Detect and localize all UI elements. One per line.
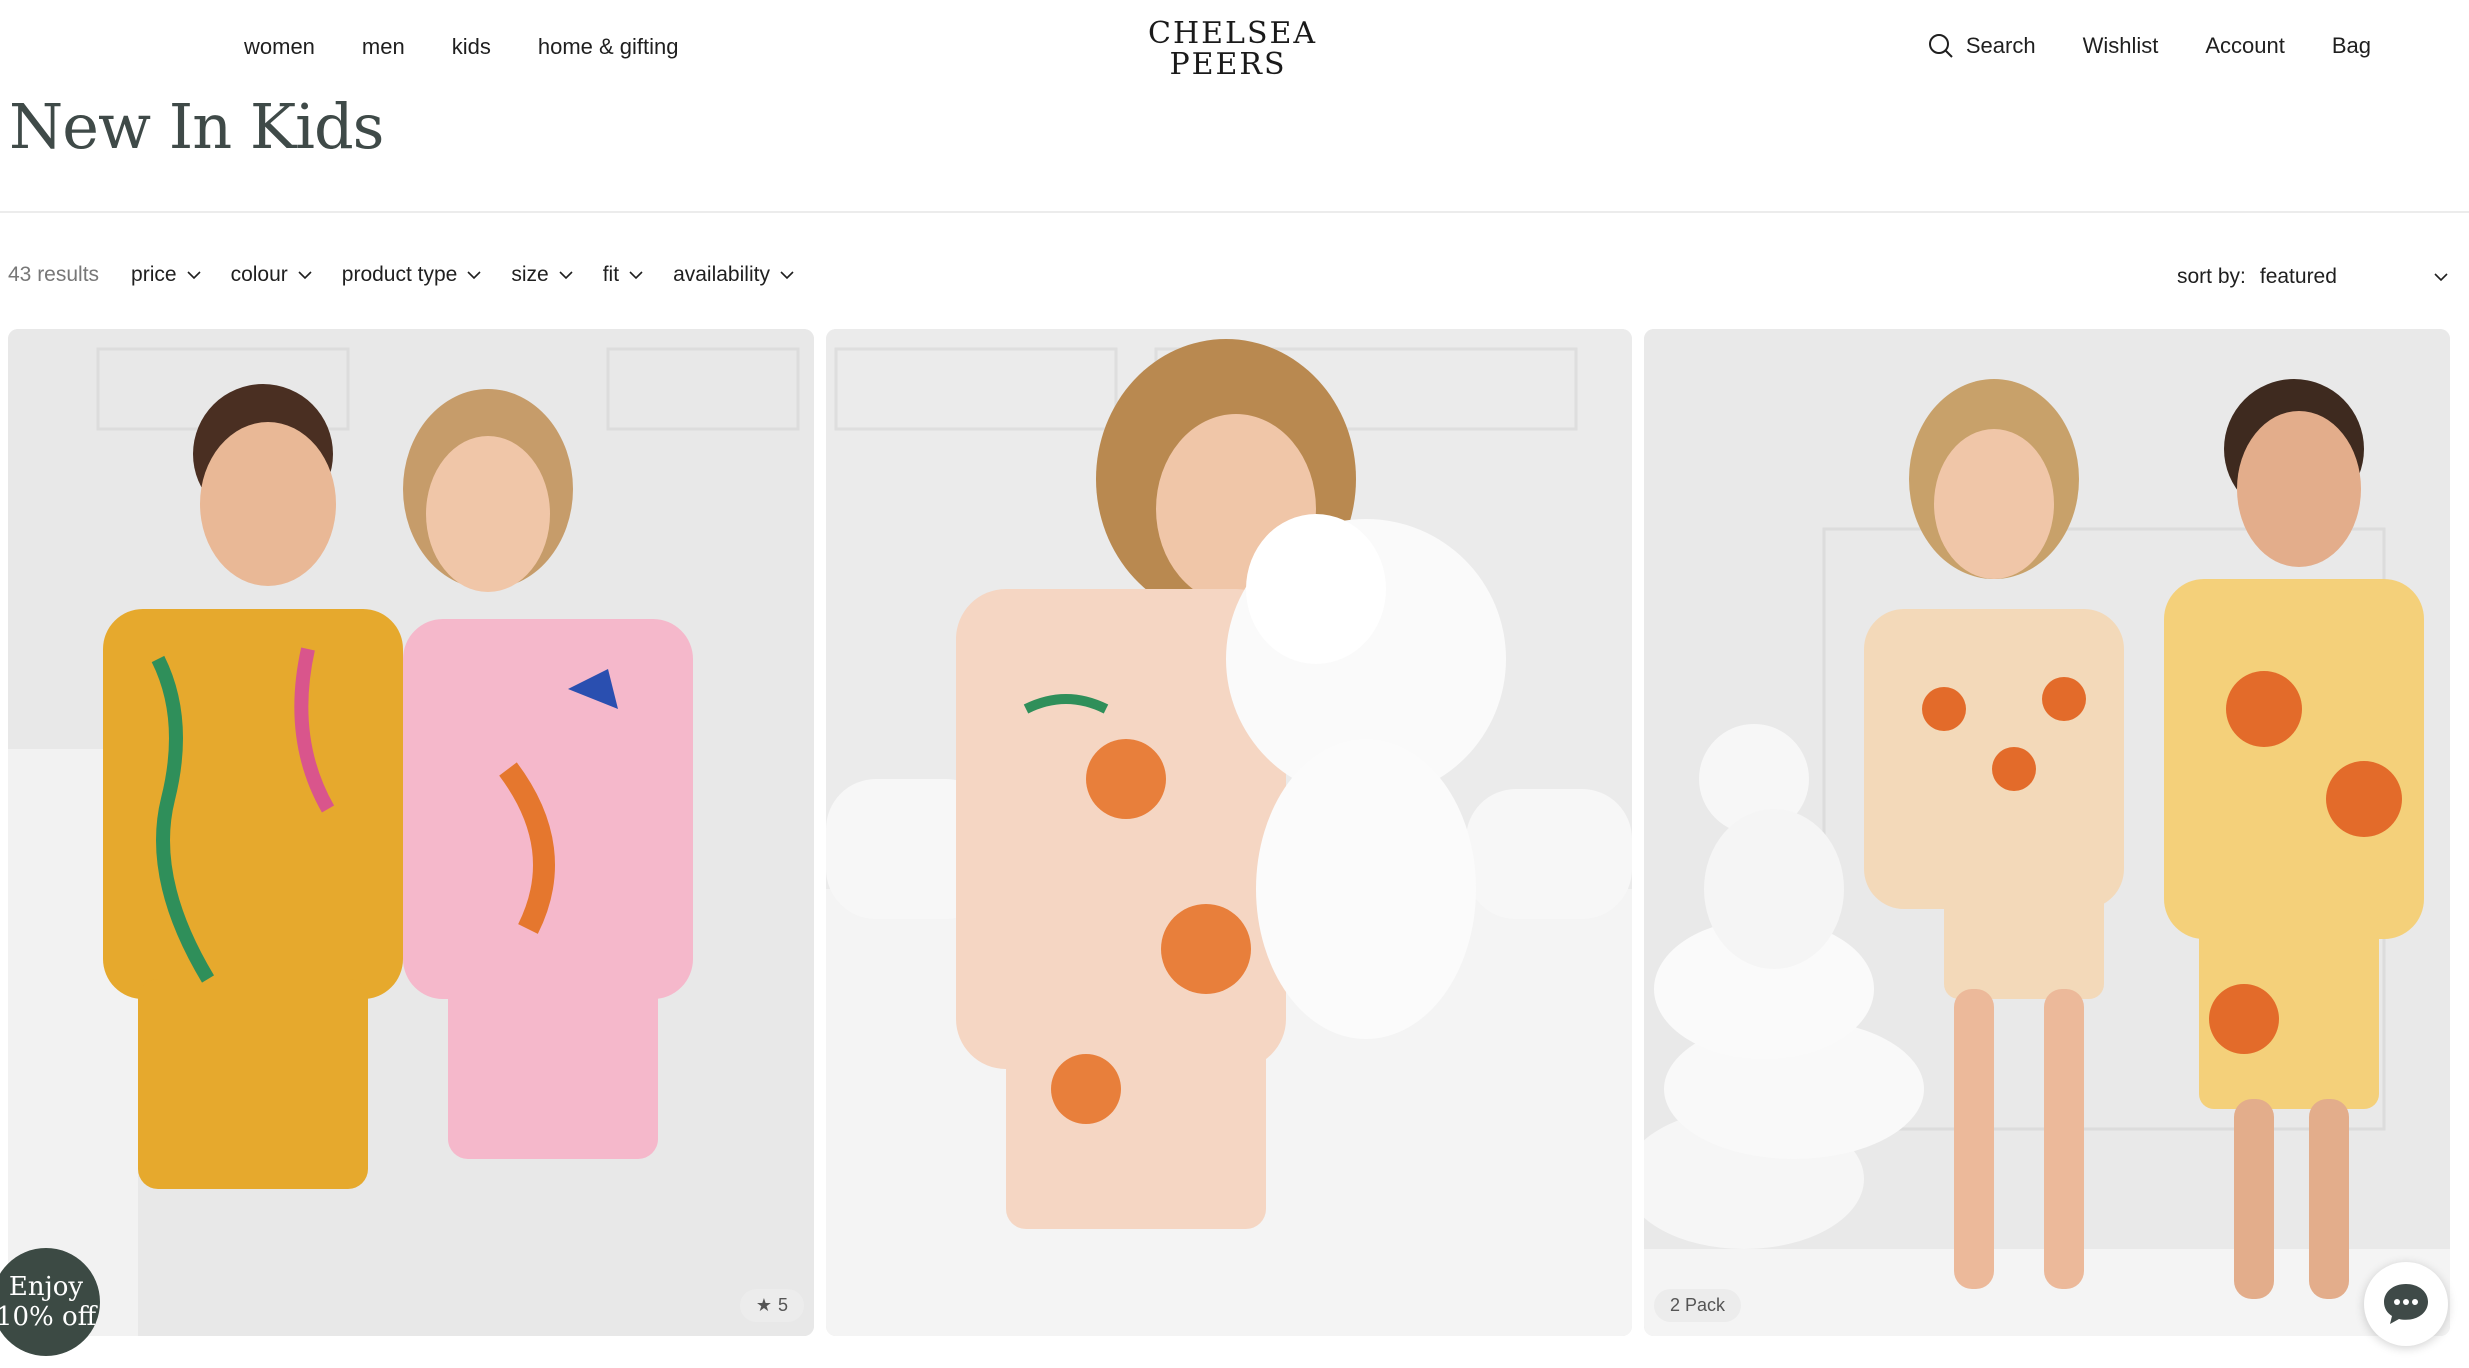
- filter-fit[interactable]: fit: [603, 263, 643, 287]
- bag-link[interactable]: Bag: [2332, 33, 2371, 59]
- filter-label: price: [131, 263, 177, 286]
- results-count: 43 results: [8, 263, 100, 286]
- account-link[interactable]: Account: [2205, 33, 2285, 59]
- chat-bubble-icon: [2384, 1284, 2428, 1324]
- divider: [0, 211, 2469, 213]
- logo-line1: CHELSEA: [1148, 16, 1318, 51]
- filter-label: fit: [602, 263, 620, 286]
- product-image[interactable]: [1644, 329, 2450, 1336]
- filter-label: product type: [341, 263, 458, 286]
- filter-bar: 43 results price colour product type siz…: [8, 263, 794, 287]
- sort-label: sort by:: [2177, 265, 2246, 288]
- product-image[interactable]: [8, 329, 814, 1336]
- chevron-down-icon: [187, 270, 201, 279]
- site-header: women men kids home & gifting CHELSEA PE…: [0, 0, 2469, 95]
- search-icon: [1928, 34, 1953, 58]
- product-image[interactable]: [826, 329, 1632, 1336]
- pack-label: 2 Pack: [1670, 1295, 1726, 1315]
- filter-label: colour: [230, 263, 288, 286]
- nav-women[interactable]: women: [244, 34, 315, 60]
- chevron-down-icon: [298, 270, 312, 279]
- utility-nav: Search Wishlist Account Bag: [1928, 33, 2371, 59]
- brand-logo[interactable]: CHELSEA PEERS: [1148, 16, 1318, 82]
- page-title: New In Kids: [9, 90, 385, 163]
- sort-value: featured: [2259, 265, 2337, 288]
- chevron-down-icon: [629, 270, 643, 279]
- wishlist-link[interactable]: Wishlist: [2083, 33, 2159, 59]
- rating-count: 5: [777, 1295, 788, 1315]
- promo-line2: 10% off: [0, 1302, 97, 1332]
- chevron-down-icon: [467, 270, 481, 279]
- product-card[interactable]: [826, 329, 1632, 1336]
- filter-label: size: [511, 263, 549, 286]
- chevron-down-icon: [2434, 272, 2448, 281]
- rating-badge: ★ 5: [739, 1289, 804, 1322]
- product-card[interactable]: ★ 5: [8, 329, 814, 1336]
- chat-button[interactable]: [2364, 1262, 2448, 1346]
- nav-kids[interactable]: kids: [452, 34, 491, 60]
- filter-product-type[interactable]: product type: [342, 263, 482, 287]
- chevron-down-icon: [559, 270, 573, 279]
- search-button[interactable]: Search: [1928, 33, 2036, 59]
- promo-line1: Enjoy: [8, 1272, 84, 1302]
- logo-line2: PEERS: [1169, 47, 1287, 82]
- filter-price[interactable]: price: [131, 263, 201, 287]
- nav-men[interactable]: men: [362, 34, 405, 60]
- product-card[interactable]: 2 Pack: [1644, 329, 2450, 1336]
- main-nav: women men kids home & gifting: [244, 34, 678, 60]
- filter-size[interactable]: size: [511, 263, 573, 287]
- sort-select[interactable]: sort by: featured: [2177, 265, 2448, 289]
- search-label: Search: [1965, 33, 2036, 58]
- filter-label: availability: [673, 263, 770, 286]
- star-icon: ★: [755, 1295, 772, 1315]
- filter-availability[interactable]: availability: [673, 263, 794, 287]
- filter-colour[interactable]: colour: [231, 263, 312, 287]
- nav-home-gifting[interactable]: home & gifting: [538, 34, 679, 60]
- discount-promo-button[interactable]: Enjoy 10% off: [0, 1248, 100, 1356]
- pack-badge: 2 Pack: [1654, 1289, 1742, 1322]
- chevron-down-icon: [780, 270, 794, 279]
